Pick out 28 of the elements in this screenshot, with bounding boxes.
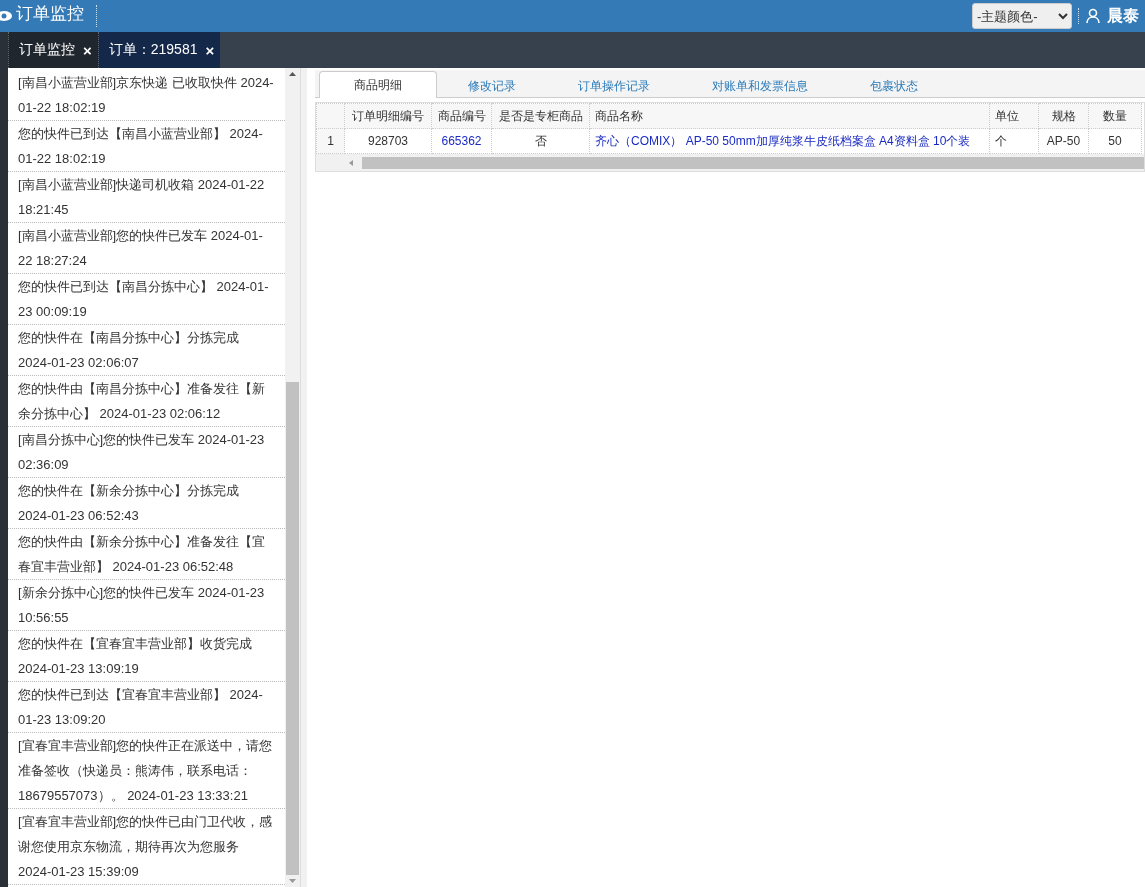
- close-icon[interactable]: ×: [205, 41, 215, 59]
- theme-color-select[interactable]: -主题颜色-: [972, 3, 1072, 29]
- column-header[interactable]: 单位: [989, 103, 1039, 129]
- table-cell: AP-50: [1038, 128, 1089, 154]
- column-header[interactable]: 是否是专柜商品: [491, 103, 590, 129]
- table-cell: 50: [1088, 128, 1142, 154]
- app-title: 订单监控: [12, 5, 97, 27]
- column-header[interactable]: 订单明细编号: [344, 103, 432, 129]
- detail-tab[interactable]: 对账单和发票信息: [681, 73, 839, 98]
- close-icon[interactable]: ×: [83, 41, 92, 59]
- detail-tab[interactable]: 包裹状态: [839, 73, 949, 98]
- column-header[interactable]: 商品名称: [589, 103, 990, 129]
- column-header[interactable]: 数量: [1088, 103, 1142, 129]
- table-cell: 928703: [344, 128, 432, 154]
- table-cell: 否: [491, 128, 590, 154]
- page-tab[interactable]: 订单：219581 ×: [97, 32, 221, 68]
- detail-tab[interactable]: 订单操作记录: [547, 73, 681, 98]
- column-header[interactable]: 商品编号: [431, 103, 492, 129]
- detail-tab[interactable]: 修改记录: [437, 73, 547, 98]
- table-cell: 个: [989, 128, 1039, 154]
- user-icon[interactable]: [1078, 8, 1101, 24]
- row-number: 1: [316, 128, 345, 154]
- detail-tab[interactable]: 商品明细: [319, 71, 437, 98]
- column-header[interactable]: 规格: [1038, 103, 1089, 129]
- table-link[interactable]: 665362: [431, 128, 492, 154]
- user-name[interactable]: 晨泰: [1101, 5, 1145, 27]
- table-link[interactable]: 齐心（COMIX） AP-50 50mm加厚纯浆牛皮纸档案盒 A4资料盒 10个装: [589, 128, 990, 154]
- page-tab[interactable]: 订单监控 ×: [8, 32, 98, 68]
